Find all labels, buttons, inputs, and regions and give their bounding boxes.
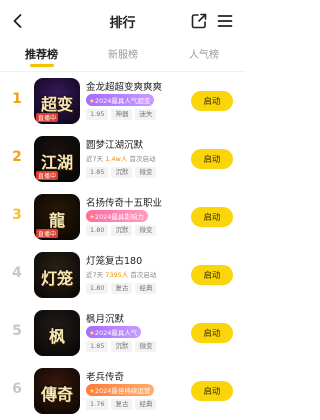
rank-number: 1 — [12, 91, 22, 107]
game-logo-art: 超变 — [40, 95, 73, 114]
award-badge: ★2024最具人气 — [86, 325, 142, 338]
game-subline: ★2024最具人气超变 — [86, 93, 155, 106]
rank-number: 4 — [12, 265, 22, 281]
game-logo-art: 灯笼 — [40, 269, 73, 288]
game-subline: 近7天 1.4w人 首次启动 — [86, 152, 155, 163]
game-thumbnail: 枫 — [34, 310, 80, 356]
share-icon[interactable] — [189, 11, 209, 31]
status-gap — [0, 0, 245, 4]
tag: 神器 — [111, 109, 133, 120]
game-name: 枫月沉默 — [86, 314, 125, 325]
version-tag: 1.85 — [86, 167, 109, 178]
start-button[interactable]: 启动 — [191, 265, 233, 285]
stats-suffix: 首次启动 — [130, 270, 157, 279]
award-text: 2024最具人气超变 — [94, 96, 151, 105]
award-badge: ★2024最具影响力 — [86, 209, 148, 222]
tag: 微变 — [135, 167, 157, 178]
list-item[interactable]: 3 龍 直播中 名扬传奇十五职业 ★2024最具影响力 1.80 沉默 微变 启… — [0, 190, 245, 248]
tab-new-servers[interactable]: 新服榜 — [108, 46, 138, 61]
game-tags: 1.85 沉默 微变 — [86, 341, 157, 352]
stats-prefix: 近7天 — [86, 270, 104, 279]
start-button[interactable]: 启动 — [191, 91, 233, 111]
launch-stats: 近7天 7395人 首次启动 — [86, 269, 156, 279]
game-name: 金龙超超变爽爽爽 — [86, 82, 163, 93]
tag: 复古 — [111, 399, 133, 410]
version-tag: 1.80 — [86, 225, 109, 236]
active-tab-indicator — [30, 64, 54, 67]
version-tag: 1.80 — [86, 283, 109, 294]
rank-number: 5 — [12, 323, 22, 339]
start-button[interactable]: 启动 — [191, 207, 233, 227]
tag: 经典 — [135, 399, 157, 410]
game-name: 灯笼复古180 — [86, 256, 143, 267]
game-tags: 1.95 神器 迷失 — [86, 109, 157, 120]
list-item[interactable]: 6 傳奇 老兵传奇 ★2024最佳持续运营 1.76 复古 经典 启动 — [0, 364, 245, 420]
live-badge: 直播中 — [36, 113, 59, 122]
list-item[interactable]: 2 江湖 直播中 圆梦江湖沉默 近7天 1.4w人 首次启动 1.85 沉默 微… — [0, 132, 245, 190]
stats-count: 1.4w人 — [105, 154, 128, 163]
tag: 微变 — [135, 225, 157, 236]
launch-stats: 近7天 1.4w人 首次启动 — [86, 153, 155, 163]
live-badge: 直播中 — [36, 171, 59, 180]
award-text: 2024最佳持续运营 — [94, 386, 151, 395]
game-logo-art: 江湖 — [40, 153, 73, 172]
version-tag: 1.85 — [86, 341, 109, 352]
version-tag: 1.95 — [86, 109, 109, 120]
award-text: 2024最具人气 — [94, 328, 138, 337]
menu-icon[interactable] — [215, 11, 235, 31]
start-button[interactable]: 启动 — [191, 149, 233, 169]
game-thumbnail: 灯笼 — [34, 252, 80, 298]
game-tags: 1.76 复古 经典 — [86, 399, 157, 410]
stats-prefix: 近7天 — [86, 154, 104, 163]
tag: 微变 — [135, 341, 157, 352]
version-tag: 1.76 — [86, 399, 109, 410]
award-badge: ★2024最具人气超变 — [86, 93, 155, 106]
award-badge: ★2024最佳持续运营 — [86, 383, 155, 396]
game-subline: ★2024最具影响力 — [86, 209, 148, 222]
stats-count: 7395人 — [105, 270, 129, 279]
game-thumbnail: 龍 直播中 — [34, 194, 80, 240]
rank-number: 2 — [12, 149, 22, 165]
list-item[interactable]: 1 超变 直播中 金龙超超变爽爽爽 ★2024最具人气超变 1.95 神器 迷失… — [0, 74, 245, 132]
game-name: 老兵传奇 — [86, 372, 125, 383]
game-tags: 1.80 复古 经典 — [86, 283, 157, 294]
tabs-divider — [0, 71, 245, 72]
game-name: 圆梦江湖沉默 — [86, 140, 144, 151]
ranking-tabs: 推荐榜 新服榜 人气榜 — [0, 46, 245, 70]
top-bar: 排行 — [0, 8, 245, 34]
stats-suffix: 首次启动 — [129, 154, 156, 163]
game-logo-art: 傳奇 — [40, 385, 73, 404]
game-thumbnail: 超变 直播中 — [34, 78, 80, 124]
game-thumbnail: 傳奇 — [34, 368, 80, 414]
game-tags: 1.80 沉默 微变 — [86, 225, 157, 236]
rank-number: 6 — [12, 381, 22, 397]
start-button[interactable]: 启动 — [191, 381, 233, 401]
game-thumbnail: 江湖 直播中 — [34, 136, 80, 182]
game-logo-art: 枫 — [48, 327, 65, 346]
tag: 沉默 — [111, 225, 133, 236]
start-button[interactable]: 启动 — [191, 323, 233, 343]
game-subline: ★2024最具人气 — [86, 325, 142, 338]
game-name: 名扬传奇十五职业 — [86, 198, 163, 209]
tab-recommended[interactable]: 推荐榜 — [25, 46, 58, 62]
game-tags: 1.85 沉默 微变 — [86, 167, 157, 178]
list-item[interactable]: 4 灯笼 灯笼复古180 近7天 7395人 首次启动 1.80 复古 经典 启… — [0, 248, 245, 306]
list-item[interactable]: 5 枫 枫月沉默 ★2024最具人气 1.85 沉默 微变 启动 — [0, 306, 245, 364]
tag: 沉默 — [111, 167, 133, 178]
tag: 经典 — [135, 283, 157, 294]
tag: 复古 — [111, 283, 133, 294]
game-subline: 近7天 7395人 首次启动 — [86, 268, 156, 279]
award-text: 2024最具影响力 — [94, 212, 144, 221]
tab-popularity[interactable]: 人气榜 — [189, 46, 219, 61]
game-subline: ★2024最佳持续运营 — [86, 383, 155, 396]
live-badge: 直播中 — [36, 229, 59, 238]
tag: 迷失 — [135, 109, 157, 120]
tag: 沉默 — [111, 341, 133, 352]
game-logo-art: 龍 — [48, 211, 65, 230]
rank-number: 3 — [12, 207, 22, 223]
